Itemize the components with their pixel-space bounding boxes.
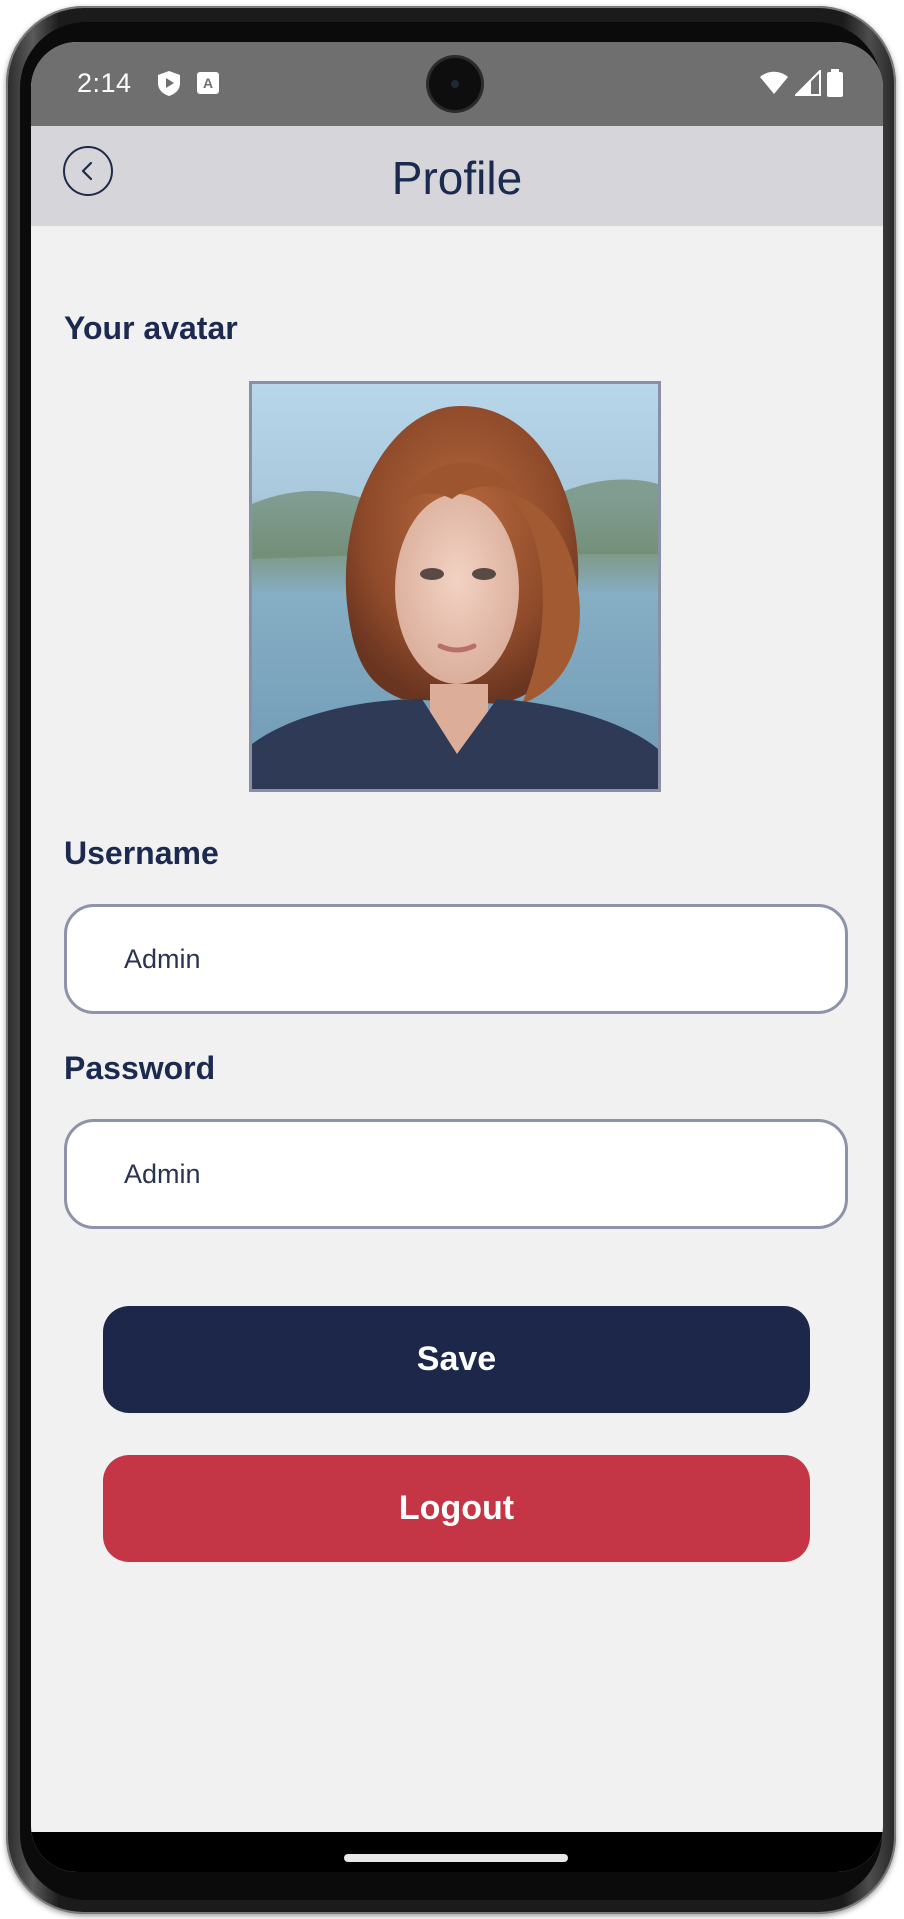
app-screen: 2:14 A Profile Your avatar Username Admi…: [31, 42, 883, 1872]
avatar-image[interactable]: [249, 381, 661, 792]
page-title: Profile: [391, 152, 523, 204]
username-value: Admin: [124, 943, 201, 974]
username-label: Username: [64, 835, 219, 871]
status-indicators: [759, 68, 843, 98]
signal-icon: [795, 70, 821, 96]
system-nav-bar: [31, 1832, 883, 1872]
avatar-label: Your avatar: [64, 310, 238, 346]
logout-button-label: Logout: [398, 1489, 515, 1527]
password-value: Admin: [124, 1158, 201, 1189]
back-button[interactable]: [63, 146, 113, 196]
password-label: Password: [64, 1050, 216, 1086]
password-input[interactable]: Admin: [64, 1119, 848, 1229]
translate-a-icon: A: [197, 72, 219, 94]
logout-button[interactable]: Logout: [103, 1455, 810, 1562]
battery-icon: [827, 69, 843, 97]
home-indicator[interactable]: [344, 1854, 568, 1862]
save-button-label: Save: [416, 1340, 497, 1378]
app-bar: Profile: [31, 126, 883, 226]
status-time: 2:14: [77, 68, 132, 98]
chevron-left-icon: [81, 161, 93, 181]
front-camera: [429, 58, 481, 110]
status-bar: 2:14 A: [31, 42, 883, 126]
wifi-icon: [760, 71, 788, 94]
avatar-photo: [252, 384, 658, 789]
shield-icon: [158, 71, 180, 96]
username-input[interactable]: Admin: [64, 904, 848, 1014]
save-button[interactable]: Save: [103, 1306, 810, 1413]
